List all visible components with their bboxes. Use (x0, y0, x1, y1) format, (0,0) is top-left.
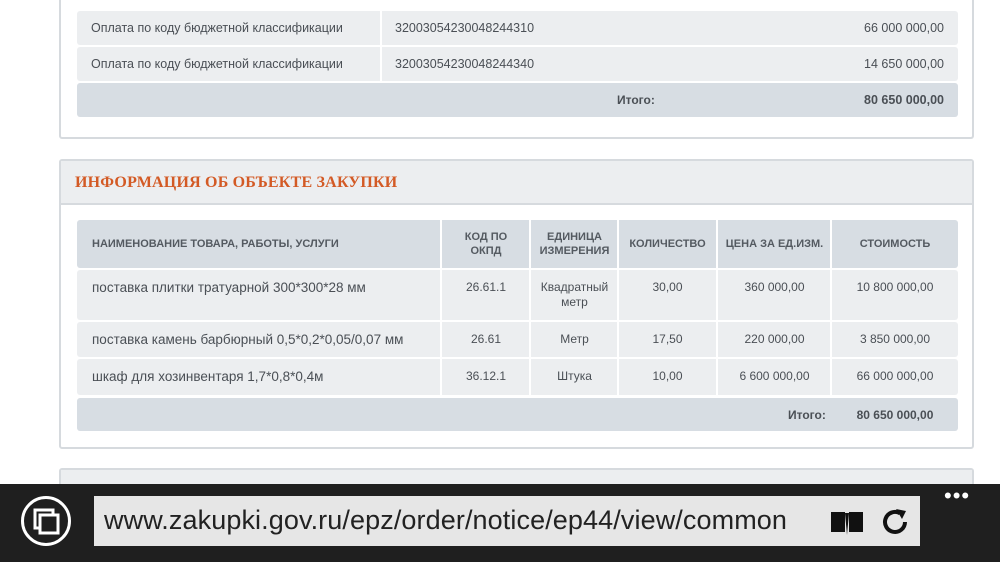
item-cost: 10 800 000,00 (856, 280, 934, 294)
tabs-icon (33, 508, 60, 535)
item-qty: 17,50 (652, 332, 683, 346)
budget-amount: 14 650 000,00 (864, 57, 944, 71)
budget-code: 32003054230048244310 (395, 21, 535, 35)
item-cost: 3 850 000,00 (859, 332, 931, 346)
budget-label: Оплата по коду бюджетной классификации (91, 57, 343, 71)
procurement-object-panel: ИНФОРМАЦИЯ ОБ ОБЪЕКТЕ ЗАКУПКИ НАИМЕНОВАН… (59, 159, 974, 449)
more-icon[interactable]: ••• (944, 485, 970, 507)
header-unit-line2: ИЗМЕРЕНИЯ (539, 245, 610, 257)
reading-view-icon[interactable] (829, 507, 865, 537)
item-unit-line1: Квадратный (540, 280, 609, 294)
table-row: поставка камень барбюрный 0,5*0,2*0,05/0… (77, 322, 958, 357)
item-unit: Квадратный метр (531, 280, 618, 310)
tabs-button[interactable] (21, 496, 71, 546)
table-row: поставка плитки тратуарной 300*300*28 мм… (77, 270, 958, 320)
item-okpd: 26.61 (470, 332, 502, 346)
url-text: www.zakupki.gov.ru/epz/order/notice/ep44… (104, 505, 788, 535)
object-total-row: Итого: 80 650 000,00 (77, 398, 958, 431)
header-unit-line1: ЕДИНИЦА (547, 231, 602, 243)
item-unit: Штука (557, 369, 592, 383)
header-price: ЦЕНА ЗА ЕД.ИЗМ. (725, 238, 824, 250)
panel-header: ИНФОРМАЦИЯ ОБ ОБЪЕКТЕ ЗАКУПКИ (61, 161, 972, 205)
item-name: поставка камень барбюрный 0,5*0,2*0,05/0… (92, 332, 404, 347)
object-total-label: Итого: (788, 408, 826, 422)
item-qty: 30,00 (652, 280, 683, 294)
item-unit: Метр (560, 332, 589, 346)
budget-total-label: Итого: (617, 93, 655, 107)
item-name: шкаф для хозинвентаря 1,7*0,8*0,4м (92, 369, 324, 384)
item-unit-line2: метр (561, 295, 588, 309)
item-qty: 10,00 (652, 369, 683, 383)
budget-label: Оплата по коду бюджетной классификации (91, 21, 343, 35)
budget-total-row: Итого: 80 650 000,00 (77, 83, 958, 117)
item-okpd: 26.61.1 (465, 280, 507, 294)
budget-code: 32003054230048244340 (395, 57, 535, 71)
refresh-icon[interactable] (880, 507, 910, 537)
table-header: НАИМЕНОВАНИЕ ТОВАРА, РАБОТЫ, УСЛУГИ КОД … (77, 220, 958, 268)
header-okpd-line2: ОКПД (470, 245, 502, 257)
item-cost: 66 000 000,00 (856, 369, 934, 383)
header-okpd-line1: КОД ПО (464, 231, 508, 243)
panel-title: ИНФОРМАЦИЯ ОБ ОБЪЕКТЕ ЗАКУПКИ (75, 174, 398, 191)
item-name: поставка плитки тратуарной 300*300*28 мм (92, 280, 366, 295)
item-price: 220 000,00 (744, 332, 805, 346)
next-panel-header (61, 470, 972, 484)
header-okpd: КОД ПО ОКПД (442, 220, 530, 268)
item-price: 360 000,00 (744, 280, 805, 294)
table-row: шкаф для хозинвентаря 1,7*0,8*0,4м 36.12… (77, 359, 958, 395)
header-unit: ЕДИНИЦА ИЗМЕРЕНИЯ (531, 220, 618, 268)
item-okpd: 36.12.1 (465, 369, 507, 383)
budget-row: Оплата по коду бюджетной классификации 3… (77, 47, 958, 81)
object-total-value: 80 650 000,00 (856, 408, 934, 422)
page-content: Оплата по коду бюджетной классификации 3… (0, 0, 1000, 484)
header-qty: КОЛИЧЕСТВО (629, 238, 706, 250)
budget-panel: Оплата по коду бюджетной классификации 3… (59, 0, 974, 139)
header-cost: СТОИМОСТЬ (859, 238, 931, 250)
url-field[interactable]: www.zakupki.gov.ru/epz/order/notice/ep44… (94, 496, 920, 546)
budget-total-value: 80 650 000,00 (864, 93, 944, 107)
header-name: НАИМЕНОВАНИЕ ТОВАРА, РАБОТЫ, УСЛУГИ (92, 238, 339, 250)
budget-row: Оплата по коду бюджетной классификации 3… (77, 11, 958, 45)
budget-amount: 66 000 000,00 (864, 21, 944, 35)
next-panel (59, 468, 974, 484)
item-price: 6 600 000,00 (739, 369, 810, 383)
